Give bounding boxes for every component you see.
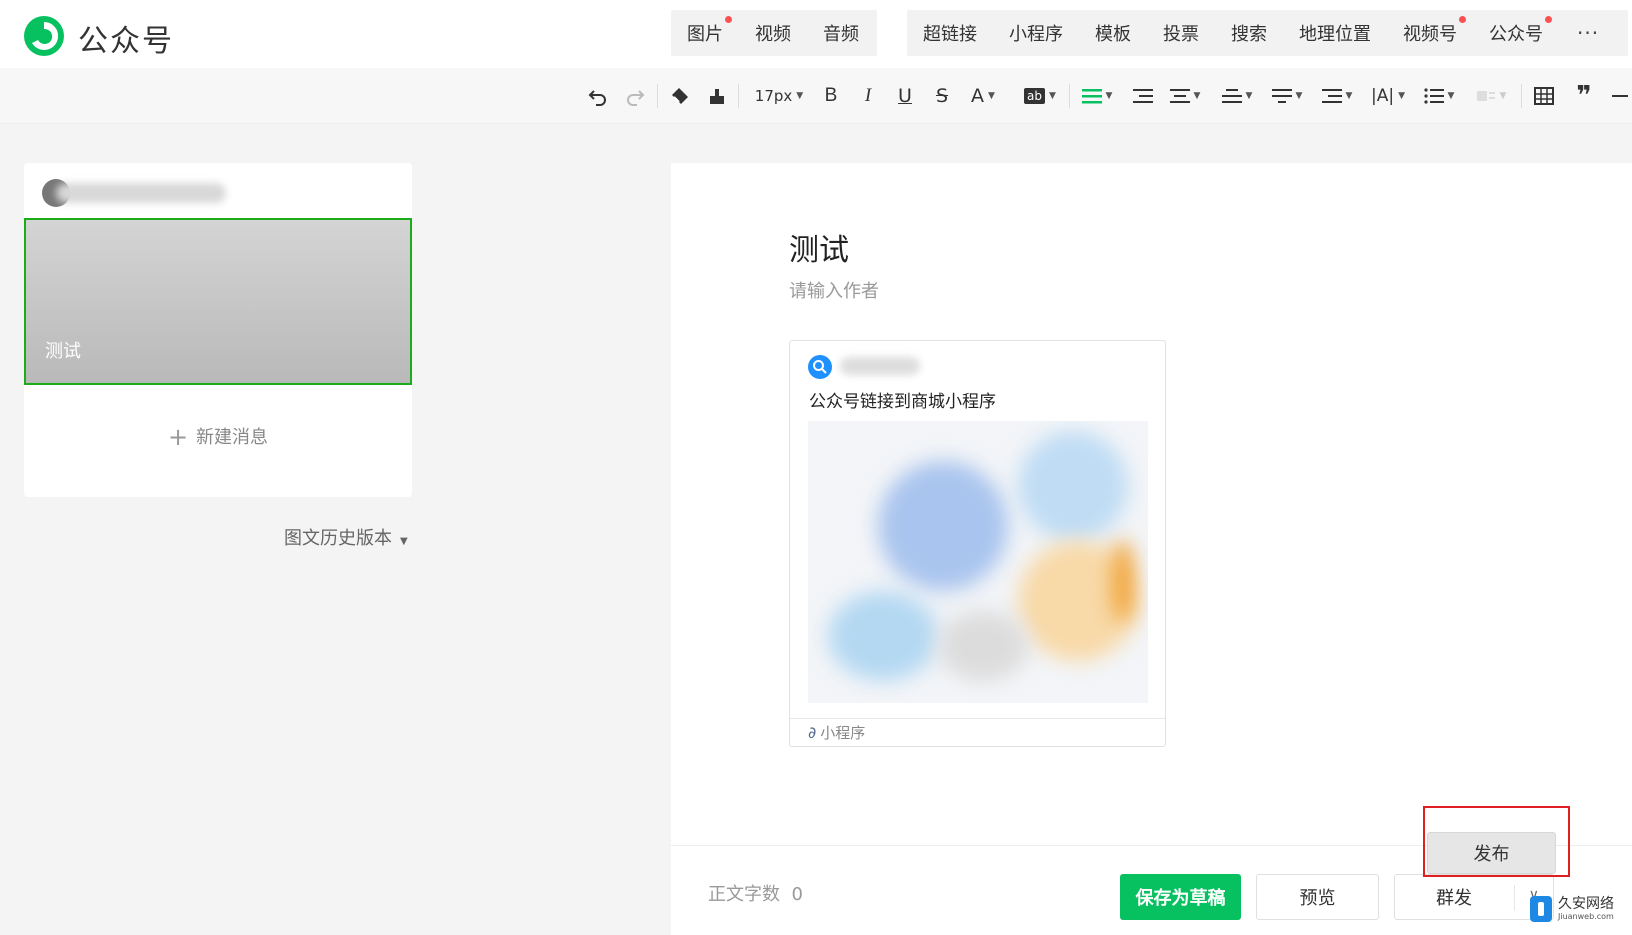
article-cover-title: 测试 xyxy=(45,341,81,362)
miniprogram-card[interactable]: 公众号链接到商城小程序 ∂ 小程序 xyxy=(789,340,1166,747)
new-dot-badge xyxy=(1545,16,1552,23)
align-left-icon[interactable]: ▼ xyxy=(1078,80,1116,112)
article-title-field[interactable]: 测试 xyxy=(789,225,849,269)
quote-icon[interactable]: ❞ xyxy=(1570,80,1598,112)
plus-icon: + xyxy=(167,423,189,451)
watermark-name: 久安网络 xyxy=(1558,896,1614,912)
insert-template[interactable]: 模板 xyxy=(1079,20,1147,46)
line-indent-icon[interactable]: ▼ xyxy=(1166,80,1204,112)
blurred-account-name xyxy=(56,183,226,203)
outdent-icon[interactable]: ▼ xyxy=(1318,80,1356,112)
undo-icon[interactable] xyxy=(585,80,611,112)
paragraph-spacing-icon[interactable]: ▼ xyxy=(1268,80,1306,112)
background-color-icon[interactable]: ab ▼ xyxy=(1020,80,1060,112)
new-dot-badge xyxy=(725,16,732,23)
miniprogram-card-footer: ∂ 小程序 xyxy=(790,718,1165,746)
watermark-logo-icon xyxy=(1530,896,1552,922)
watermark-url: Jiuanweb.com xyxy=(1558,912,1614,921)
float-icon[interactable]: ▼ xyxy=(1472,80,1510,112)
miniprogram-logo-icon xyxy=(808,355,832,379)
new-message-button[interactable]: + 新建消息 xyxy=(24,423,412,451)
article-cover-selected[interactable]: 测试 xyxy=(24,218,412,385)
line-height-icon[interactable]: ▼ xyxy=(1218,80,1256,112)
toolbar-divider xyxy=(1069,84,1070,108)
top-header: 公众号 图片 视频 音频 超链接 小程序 模板 投票 搜索 地理位置 视频号 公… xyxy=(0,0,1632,68)
underline-icon[interactable]: U xyxy=(892,80,918,112)
save-draft-button[interactable]: 保存为草稿 xyxy=(1120,874,1241,920)
caret-down-icon: ▼ xyxy=(400,536,408,547)
format-painter-icon[interactable] xyxy=(704,80,730,112)
italic-icon[interactable]: I xyxy=(855,80,881,112)
preview-button[interactable]: 预览 xyxy=(1256,874,1379,920)
toolbar-divider xyxy=(1521,84,1522,108)
insert-channels[interactable]: 视频号 xyxy=(1387,16,1473,46)
list-icon[interactable]: ▼ xyxy=(1420,80,1458,112)
miniprogram-card-title: 公众号链接到商城小程序 xyxy=(809,392,996,412)
indent-icon[interactable] xyxy=(1130,80,1156,112)
bold-icon[interactable]: B xyxy=(818,80,844,112)
insert-other-group: 超链接 小程序 模板 投票 搜索 地理位置 视频号 公众号 ··· xyxy=(907,10,1628,56)
toolbar-divider xyxy=(738,84,739,108)
account-info xyxy=(42,177,232,209)
eraser-icon[interactable] xyxy=(667,80,693,112)
insert-official-account[interactable]: 公众号 xyxy=(1473,16,1559,46)
blurred-miniprogram-name xyxy=(840,357,920,375)
insert-location[interactable]: 地理位置 xyxy=(1283,20,1387,46)
article-list-panel: 测试 + 新建消息 xyxy=(24,163,412,497)
author-field[interactable]: 请输入作者 xyxy=(789,277,879,303)
more-icon[interactable]: ··· xyxy=(1559,21,1617,45)
divider-line-icon[interactable] xyxy=(1610,80,1630,112)
miniprogram-link-icon: ∂ xyxy=(808,723,817,742)
brand-title: 公众号 xyxy=(78,24,174,59)
history-versions-dropdown[interactable]: 图文历史版本 ▼ xyxy=(284,524,408,550)
insert-video[interactable]: 视频 xyxy=(739,20,807,46)
strikethrough-icon[interactable]: S xyxy=(929,80,955,112)
new-dot-badge xyxy=(1459,16,1466,23)
format-toolbar: 17px ▼ B I U S A ▼ ab ▼ ▼ ▼ ▼ ▼ ▼ |A| ▼ ▼ ▼ … xyxy=(0,68,1632,124)
word-count: 正文字数 0 xyxy=(708,884,803,905)
insert-search[interactable]: 搜索 xyxy=(1215,20,1283,46)
insert-vote[interactable]: 投票 xyxy=(1147,20,1215,46)
wechat-mp-logo-icon xyxy=(24,16,64,56)
highlight-annotation-box xyxy=(1423,806,1570,877)
insert-image[interactable]: 图片 xyxy=(671,16,739,46)
site-watermark: 久安网络 Jiuanweb.com xyxy=(1530,890,1626,928)
toolbar-divider xyxy=(657,84,658,108)
insert-hyperlink[interactable]: 超链接 xyxy=(907,20,993,46)
button-split-divider xyxy=(1514,885,1515,911)
redo-icon[interactable] xyxy=(622,80,648,112)
insert-miniprogram[interactable]: 小程序 xyxy=(993,20,1079,46)
insert-media-group: 图片 视频 音频 xyxy=(671,10,877,56)
miniprogram-thumbnail-image xyxy=(808,421,1148,703)
insert-audio[interactable]: 音频 xyxy=(807,20,875,46)
font-size-select[interactable]: 17px ▼ xyxy=(749,80,809,112)
font-color-icon[interactable]: A ▼ xyxy=(966,80,1000,112)
letter-spacing-icon[interactable]: |A| ▼ xyxy=(1368,80,1408,112)
table-icon[interactable] xyxy=(1530,80,1558,112)
